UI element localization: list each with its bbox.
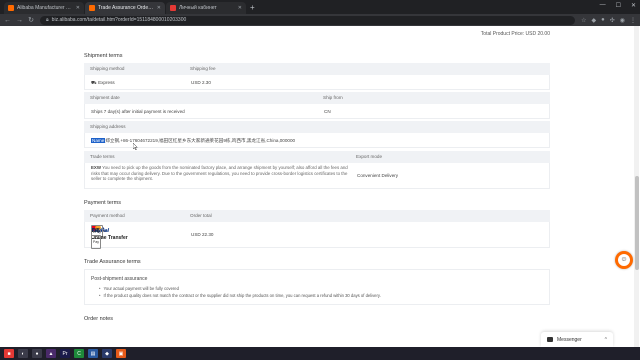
alibaba-favicon-icon — [8, 5, 14, 11]
tab-label: Личный кабинет — [179, 5, 217, 11]
payment-header-row: Payment method Order total — [84, 210, 550, 222]
url-field[interactable]: 🔒︎ biz.alibaba.com/ta/detail.htm?orderId… — [40, 15, 576, 25]
trade-terms-row: EXW You need to pick up the goods from t… — [84, 163, 550, 189]
taskbar-app-icon[interactable]: ● — [32, 349, 42, 358]
trade-code: EXW — [91, 165, 102, 170]
url-text: biz.alibaba.com/ta/detail.htm?orderId=15… — [51, 16, 187, 23]
export-mode-value: Convenient Delivery — [357, 173, 399, 178]
taskbar-app-icon[interactable]: ▤ — [88, 349, 98, 358]
column-header: Export mode — [356, 154, 383, 159]
extensions-area: ☆ ◆ ● ✣ ◉ ⋮ — [581, 17, 636, 24]
bank-transfer-icon: Pay — [91, 235, 102, 249]
extension-icon[interactable]: ◆ — [591, 17, 596, 24]
puzzle-icon[interactable]: ✣ — [610, 17, 615, 24]
trade-terms-description: EXW You need to pick up the goods from t… — [91, 165, 349, 182]
trade-terms-text: You need to pick up the goods from the n… — [91, 165, 348, 182]
star-icon[interactable]: ☆ — [581, 17, 586, 24]
forward-icon[interactable]: → — [16, 17, 23, 24]
lock-icon: 🔒︎ — [46, 16, 49, 23]
payment-row: VISA mastercard T/T PayPal ePay Pay Onli… — [84, 222, 550, 249]
trade-terms-header-row: Trade terms Export mode — [84, 151, 550, 163]
shipping-method-header-row: Shipping method Shipping fee — [84, 63, 550, 75]
online-transfer: Pay Online Transfer — [91, 235, 128, 249]
post-shipment-title: Post-shipment assurance — [91, 276, 148, 282]
tab-label: Alibaba Manufacturer Directory — [17, 5, 73, 11]
taskbar-app-icon[interactable]: Pr — [60, 349, 70, 358]
close-window-icon[interactable]: ✕ — [631, 2, 636, 9]
maximize-icon[interactable]: ☐ — [616, 2, 621, 9]
messenger-label: Messenger — [557, 336, 582, 343]
order-total-value: USD 22.30 — [191, 232, 214, 237]
taskbar-app-icon[interactable]: ▲ — [46, 349, 56, 358]
mouse-cursor-icon — [133, 143, 138, 150]
taskbar-app-icon[interactable]: ▣ — [116, 349, 126, 358]
tab-personal-cabinet[interactable]: Личный кабинет ✕ — [166, 2, 246, 14]
os-taskbar: ■ ◐ ● ▲ Pr C ▤ ◆ ▣ — [0, 347, 640, 360]
payment-terms-title: Payment terms — [84, 200, 121, 206]
shipping-address-value[interactable]: Name郑立钢,+86-17604672219,福田区红星乡东大家新通莱花园9栋… — [91, 133, 295, 148]
column-header: Order total — [190, 213, 212, 218]
tab-label: Trade Assurance Order Details — [98, 5, 154, 11]
column-header: Trade terms — [90, 154, 115, 159]
list-item: Your actual payment will be fully covere… — [99, 285, 381, 292]
ship-from-value: CN — [324, 109, 331, 114]
chat-icon — [547, 337, 553, 342]
post-shipment-assurance-box: Post-shipment assurance Your actual paym… — [84, 269, 550, 305]
reload-icon[interactable]: ↻ — [28, 16, 34, 24]
menu-icon[interactable]: ⋮ — [630, 17, 636, 24]
taskbar-app-icon[interactable]: ◐ — [18, 349, 28, 358]
profile-icon[interactable]: ◉ — [620, 17, 625, 24]
shipment-date-row: Ships 7 day(s) after initial payment is … — [84, 104, 550, 119]
shipping-fee-value: USD 2.30 — [191, 80, 211, 85]
taskbar-app-icon[interactable]: ◆ — [102, 349, 112, 358]
site-favicon-icon — [170, 5, 176, 11]
selected-text: Name — [91, 138, 106, 143]
close-icon[interactable]: ✕ — [157, 5, 161, 11]
shipment-date-value: Ships 7 day(s) after initial payment is … — [91, 109, 185, 114]
close-icon[interactable]: ✕ — [238, 5, 242, 11]
address-bar: ← → ↻ 🔒︎ biz.alibaba.com/ta/detail.htm?o… — [0, 14, 640, 26]
column-header: Payment method — [90, 213, 125, 218]
close-icon[interactable]: ✕ — [76, 5, 80, 11]
tab-trade-assurance[interactable]: Trade Assurance Order Details ✕ — [85, 2, 165, 14]
taskbar-app-icon[interactable]: C — [74, 349, 84, 358]
assistant-button[interactable]: ☺ — [615, 251, 633, 269]
support-agent-icon: ☺ — [618, 254, 630, 266]
shipping-address-row: Name郑立钢,+86-17604672219,福田区红星乡东大家新通莱花园9栋… — [84, 133, 550, 148]
back-icon[interactable]: ← — [4, 17, 11, 24]
truck-icon: ⛟ — [91, 80, 97, 85]
page-scrollbar[interactable] — [634, 26, 639, 347]
column-header: Ship from — [323, 95, 343, 100]
shipment-terms-title: Shipment terms — [84, 53, 123, 59]
chevron-up-icon[interactable]: ^ — [605, 337, 607, 343]
window-controls: — ☐ ✕ — [600, 2, 636, 9]
shipping-method-value: Express — [98, 80, 115, 85]
total-product-price: Total Product Price: USD 20.00 — [480, 31, 550, 37]
list-item: If the product quality does not match th… — [99, 292, 380, 299]
shipping-address-header-row: Shipping address — [84, 121, 550, 133]
column-header: Shipping fee — [190, 66, 216, 71]
messenger-bar[interactable]: Messenger ^ — [541, 332, 613, 347]
order-notes-title: Order notes — [84, 316, 114, 322]
column-header: Shipment date — [90, 95, 120, 100]
column-header: Shipping address — [90, 124, 126, 129]
extension-icon[interactable]: ● — [601, 17, 605, 24]
page-content: Total Product Price: USD 20.00 Shipment … — [0, 26, 640, 347]
column-header: Shipping method — [90, 66, 125, 71]
assurance-list: Your actual payment will be fully covere… — [99, 285, 381, 299]
shipping-method-row: ⛟ Express USD 2.30 — [84, 75, 550, 90]
new-tab-button[interactable]: + — [250, 2, 255, 14]
shipment-date-header-row: Shipment date Ship from — [84, 92, 550, 104]
express-cell: ⛟ Express — [91, 75, 115, 90]
minimize-icon[interactable]: — — [600, 2, 606, 9]
alibaba-favicon-icon — [89, 5, 95, 11]
tab-alibaba-directory[interactable]: Alibaba Manufacturer Directory ✕ — [4, 2, 84, 14]
browser-tab-bar: Alibaba Manufacturer Directory ✕ Trade A… — [0, 0, 640, 14]
taskbar-app-icon[interactable]: ■ — [4, 349, 14, 358]
scrollbar-thumb[interactable] — [634, 176, 639, 270]
trade-assurance-title: Trade Assurance terms — [84, 259, 141, 265]
